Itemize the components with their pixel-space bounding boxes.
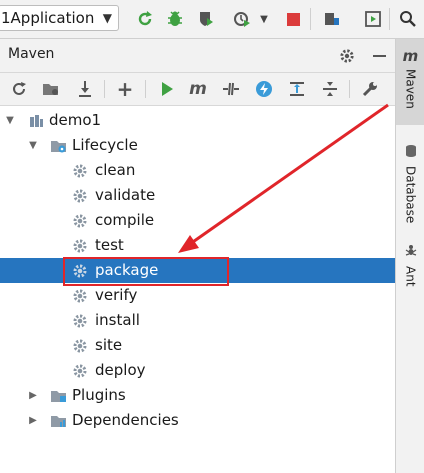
tree-label: verify <box>95 286 138 304</box>
tool-window-title: Maven <box>8 46 55 62</box>
minimize-icon[interactable] <box>368 45 390 67</box>
tree-label: deploy <box>95 361 146 379</box>
stripe-button-maven[interactable]: m Maven <box>396 39 424 125</box>
project-structure-icon[interactable] <box>320 6 344 32</box>
folder-dependencies-icon <box>50 412 68 430</box>
ant-icon <box>404 243 418 262</box>
generate-sources-icon[interactable] <box>39 77 63 101</box>
collapsed-arrow-icon[interactable]: ▶ <box>27 383 39 408</box>
tree-node-goal[interactable]: validate <box>0 183 395 208</box>
tree-label: Dependencies <box>72 411 179 429</box>
gear-icon <box>71 187 89 205</box>
debug-bug-icon[interactable] <box>163 6 187 32</box>
tree-node-goal-selected[interactable]: package <box>0 258 395 283</box>
folder-gear-icon <box>50 137 68 155</box>
profile-run-icon[interactable] <box>230 6 254 32</box>
chevron-down-icon: ▼ <box>102 11 112 25</box>
run-icon[interactable] <box>155 77 179 101</box>
folder-plugin-icon <box>50 387 68 405</box>
refresh-run-icon[interactable] <box>133 6 157 32</box>
run-panel-icon[interactable] <box>361 6 385 32</box>
gear-icon <box>71 262 89 280</box>
skip-tests-icon[interactable] <box>252 77 276 101</box>
tree-node-goal[interactable]: clean <box>0 158 395 183</box>
tree-node-goal[interactable]: verify <box>0 283 395 308</box>
tree-node-dependencies[interactable]: ▶ Dependencies <box>0 408 395 433</box>
expanded-arrow-icon[interactable]: ▼ <box>4 108 16 133</box>
maven-goal-icon[interactable]: m <box>186 77 210 101</box>
tree-label: install <box>95 311 140 329</box>
tree-label: test <box>95 236 124 254</box>
add-icon[interactable]: + <box>113 77 137 101</box>
tree-label: Lifecycle <box>72 136 138 154</box>
tree-node-goal[interactable]: compile <box>0 208 395 233</box>
right-tool-stripe: m Maven Database Ant <box>395 39 424 473</box>
gear-icon <box>71 237 89 255</box>
run-configuration-select[interactable]: 1Application ▼ <box>0 5 119 31</box>
tree-node-goal[interactable]: site <box>0 333 395 358</box>
chevron-down-icon[interactable]: ▼ <box>252 6 276 32</box>
tree-label: demo1 <box>49 111 102 129</box>
search-icon[interactable] <box>396 6 420 32</box>
download-icon[interactable] <box>73 77 97 101</box>
gear-icon <box>71 287 89 305</box>
gear-icon <box>71 212 89 230</box>
gear-icon[interactable] <box>336 45 358 67</box>
stripe-label: Ant <box>403 266 418 287</box>
collapse-all-icon[interactable] <box>318 77 342 101</box>
tree-label: validate <box>95 186 156 204</box>
stripe-label: Maven <box>403 69 418 109</box>
tree-node-goal[interactable]: install <box>0 308 395 333</box>
expanded-arrow-icon[interactable]: ▼ <box>27 133 39 158</box>
maven-logo-icon: m <box>402 47 419 65</box>
maven-tool-window-header: Maven <box>0 39 395 73</box>
run-configuration-label: 1Application <box>1 9 95 27</box>
tree-node-lifecycle[interactable]: ▼ Lifecycle <box>0 133 395 158</box>
coverage-shield-icon[interactable] <box>194 6 218 32</box>
maven-toolbar: + m <box>0 73 395 106</box>
main-toolbar: 1Application ▼ ▼ <box>0 0 424 39</box>
tree-label: Plugins <box>72 386 126 404</box>
show-dependencies-icon[interactable] <box>285 77 309 101</box>
gear-icon <box>71 312 89 330</box>
gear-icon <box>71 337 89 355</box>
stop-icon[interactable] <box>281 6 305 32</box>
gear-icon <box>71 362 89 380</box>
collapsed-arrow-icon[interactable]: ▶ <box>27 408 39 433</box>
stripe-label: Database <box>403 166 418 224</box>
maven-project-tree: ▼ demo1 ▼ Lifecycle clean validate compi… <box>0 106 395 473</box>
tree-node-plugins[interactable]: ▶ Plugins <box>0 383 395 408</box>
tree-node-goal[interactable]: test <box>0 233 395 258</box>
toggle-offline-icon[interactable] <box>219 77 243 101</box>
database-icon <box>405 143 417 162</box>
stripe-button-database[interactable]: Database <box>396 139 424 225</box>
tree-label: site <box>95 336 123 354</box>
tree-label: clean <box>95 161 136 179</box>
tree-label: compile <box>95 211 155 229</box>
wrench-icon[interactable] <box>358 77 382 101</box>
maven-module-icon <box>27 112 45 130</box>
tree-node-project[interactable]: ▼ demo1 <box>0 108 395 133</box>
stripe-button-ant[interactable]: Ant <box>396 239 424 299</box>
gear-icon <box>71 162 89 180</box>
tree-label: package <box>95 261 159 279</box>
reload-icon[interactable] <box>7 77 31 101</box>
tree-node-goal[interactable]: deploy <box>0 358 395 383</box>
